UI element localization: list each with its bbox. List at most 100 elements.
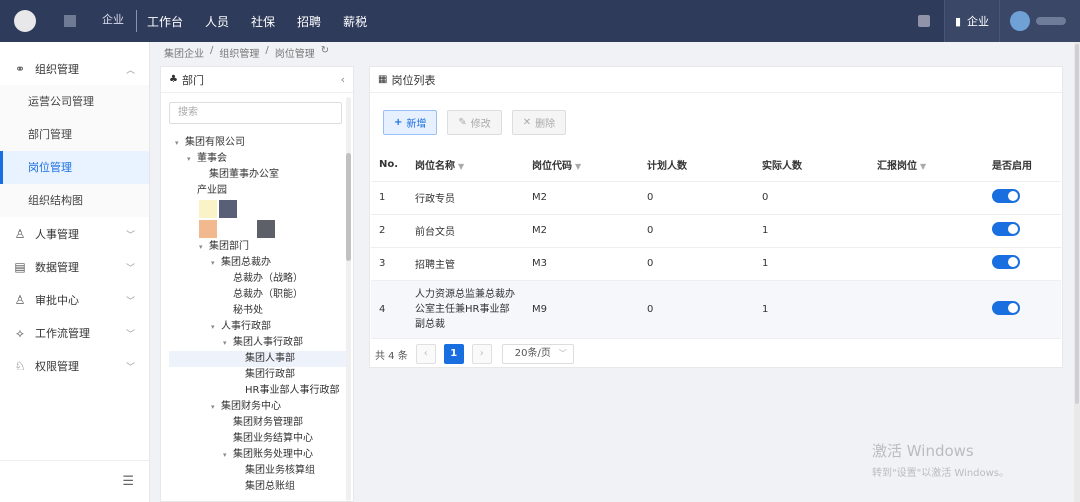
add-button[interactable]: + 新增 — [383, 110, 438, 135]
tree-arrow-icon[interactable]: ▾ — [211, 399, 221, 415]
tree-arrow-icon[interactable]: ▾ — [223, 447, 233, 463]
tree-node-label: 集团人事部 — [245, 353, 295, 364]
tree-node[interactable]: 产业园 — [187, 183, 227, 199]
enabled-toggle[interactable] — [992, 222, 1020, 236]
chevron-up-icon: ︿ — [125, 66, 135, 76]
tree-scrollbar[interactable] — [346, 97, 351, 501]
cell-code: M2 — [524, 181, 639, 215]
tree-node[interactable]: 集团行政部 — [235, 367, 295, 383]
page-size-select[interactable]: 20条/页 ﹀ — [501, 344, 574, 364]
filter-icon[interactable]: ▼ — [920, 162, 926, 171]
enabled-toggle[interactable] — [992, 189, 1020, 203]
breadcrumb-item[interactable]: 组织管理 — [219, 45, 259, 60]
sidebar-item-dept[interactable]: 部门管理 — [0, 118, 149, 151]
cell-plan: 0 — [639, 247, 754, 281]
tree-arrow-icon[interactable]: ▾ — [211, 319, 221, 335]
tree-arrow-icon[interactable]: ▾ — [223, 335, 233, 351]
menu-approve[interactable]: ♙ 审批中心 ﹀ — [0, 283, 149, 316]
tree-node[interactable]: ▾ 集团人事行政部 — [223, 335, 303, 351]
table-row[interactable]: 2 前台文员 M2 0 1 — [371, 214, 1061, 248]
top-bar: 企业 工作台 人员 社保 招聘 薪税 ▮ 企业 — [0, 0, 1080, 42]
plus-icon: + — [394, 117, 403, 128]
tree-node[interactable]: ▾ 集团财务中心 — [211, 399, 281, 415]
tree-arrow-icon[interactable]: ▾ — [175, 135, 185, 151]
tree-node[interactable]: ▾ 集团总裁办 — [211, 255, 271, 271]
menu-hr[interactable]: ♙ 人事管理 ﹀ — [0, 217, 149, 250]
edit-button[interactable]: ✎ 修改 — [447, 110, 502, 135]
sidebar-item-chart[interactable]: 组织结构图 — [0, 184, 149, 217]
delete-button[interactable]: ✕ 删除 — [511, 110, 567, 135]
settings-icon[interactable] — [917, 15, 930, 27]
tree-node-label: 集团部门 — [209, 241, 249, 252]
tree-node[interactable]: 集团业务核算组 — [235, 463, 315, 479]
tree-node[interactable]: 集团人事部 — [169, 351, 347, 367]
brand-suffix: 企业 — [102, 13, 124, 26]
tree-node[interactable]: ▾ 集团有限公司 — [175, 135, 245, 151]
filter-icon[interactable]: ▼ — [458, 162, 464, 171]
col-code[interactable]: 岗位代码 ▼ — [524, 148, 639, 182]
nav-social[interactable]: 社保 — [251, 13, 275, 30]
tree-node[interactable]: 集团业务结算中心 — [223, 431, 313, 447]
dept-title: 部门 — [181, 73, 204, 87]
tree-node[interactable]: ▾ 集团部门 — [199, 239, 249, 255]
tree-node[interactable]: HR事业部人事行政部 — [235, 383, 339, 399]
prev-page-button[interactable]: ‹ — [415, 344, 436, 364]
company-name: 企业 — [967, 15, 989, 28]
menu-data[interactable]: ▤ 数据管理 ﹀ — [0, 250, 149, 283]
chevron-left-icon[interactable]: ‹ — [341, 73, 345, 86]
tree-node[interactable]: 秘书处 — [223, 303, 263, 319]
menu-permission[interactable]: ♘ 权限管理 ﹀ — [0, 349, 149, 382]
tree-node[interactable]: ▾ 人事行政部 — [211, 319, 271, 335]
col-report[interactable]: 汇报岗位 ▼ — [869, 148, 984, 182]
tree-node[interactable]: 总裁办（战略） — [223, 271, 303, 287]
menu-collapse-button[interactable]: ☰ — [0, 460, 150, 502]
dept-search-input[interactable]: 搜索 — [169, 102, 342, 124]
refresh-icon[interactable]: ↻ — [321, 45, 329, 60]
page-scrollbar[interactable] — [1074, 42, 1080, 502]
nav-recruit[interactable]: 招聘 — [297, 13, 321, 30]
tree-node[interactable]: 总裁办（职能） — [223, 287, 303, 303]
cell-code: M2 — [524, 214, 639, 248]
table-row[interactable]: 4 人力资源总监兼总裁办公室主任兼HR事业部副总裁 M9 0 1 — [371, 280, 1061, 339]
breadcrumb-item[interactable]: 集团企业 — [164, 45, 204, 60]
tree-node[interactable]: 集团财务管理部 — [223, 415, 303, 431]
enabled-toggle[interactable] — [992, 300, 1020, 315]
menu-workflow[interactable]: ⟡ 工作流管理 ﹀ — [0, 316, 149, 349]
tree-arrow-icon[interactable]: ▾ — [187, 151, 197, 167]
nav-workbench[interactable]: 工作台 — [147, 13, 183, 30]
menu-hr-label: 人事管理 — [35, 227, 79, 241]
sidebar-item-position[interactable]: 岗位管理 — [0, 151, 149, 184]
company-switch[interactable]: ▮ 企业 — [943, 0, 999, 42]
tree-node[interactable]: ▾ 董事会 — [187, 151, 227, 167]
nav-salary[interactable]: 薪税 — [343, 13, 367, 30]
col-name[interactable]: 岗位名称 ▼ — [407, 148, 524, 182]
tree-node[interactable]: ▾ 集团账务处理中心 — [223, 447, 313, 463]
page-number[interactable]: 1 — [443, 344, 464, 364]
tree-node-label: 集团人事行政部 — [233, 337, 303, 348]
col-plan: 计划人数 — [639, 148, 754, 182]
position-title: 岗位列表 — [391, 73, 436, 87]
tree-node[interactable]: 集团董事办公室 — [199, 167, 279, 183]
nav-people[interactable]: 人员 — [205, 13, 229, 30]
col-actual: 实际人数 — [754, 148, 869, 182]
cell-no: 4 — [371, 280, 407, 339]
tree-node-label: 集团总裁办 — [221, 257, 271, 268]
table-row[interactable]: 3 招聘主管 M3 0 1 — [371, 247, 1061, 281]
tree-arrow-icon[interactable]: ▾ — [211, 255, 221, 271]
company-logo[interactable] — [14, 10, 36, 32]
sidebar-item-company[interactable]: 运营公司管理 — [0, 85, 149, 118]
pagination: 共 4 条 ‹ 1 › 20条/页 ﹀ — [375, 344, 574, 364]
table-row[interactable]: 1 行政专员 M2 0 0 — [371, 181, 1061, 215]
brand: 企业 — [44, 9, 134, 33]
menu-org[interactable]: ⚭ 组织管理 ︿ — [0, 52, 149, 85]
tree-arrow-icon[interactable]: ▾ — [199, 239, 209, 255]
user-menu[interactable] — [999, 0, 1080, 42]
filter-icon[interactable]: ▼ — [575, 162, 581, 171]
table-icon: ▦ — [378, 74, 388, 85]
watermark-line2: 转到"设置"以激活 Windows。 — [872, 468, 1010, 479]
enabled-toggle[interactable] — [992, 255, 1020, 269]
chevron-down-icon: ﹀ — [125, 363, 135, 373]
tree-icon: ♣ — [169, 74, 178, 85]
next-page-button[interactable]: › — [471, 344, 492, 364]
tree-node[interactable]: 集团总账组 — [235, 479, 295, 495]
